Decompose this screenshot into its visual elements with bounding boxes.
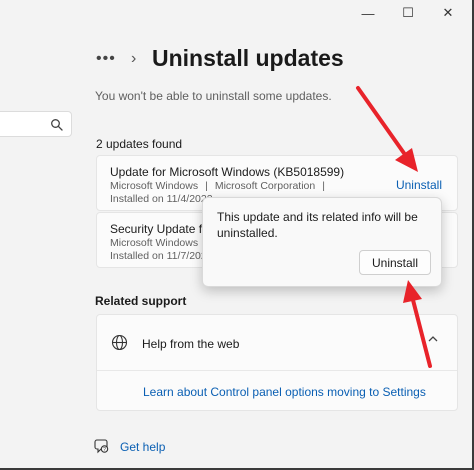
close-button[interactable]: ✕ — [428, 4, 468, 22]
updates-count: 2 updates found — [96, 137, 183, 151]
maximize-button[interactable]: ☐ — [388, 4, 428, 22]
divider — [97, 370, 457, 371]
get-help-icon: ? — [94, 439, 109, 454]
update-name: Security Update for — [110, 222, 213, 236]
get-help-link[interactable]: Get help — [120, 440, 165, 454]
breadcrumb-chevron-icon: › — [131, 50, 137, 67]
search-icon[interactable] — [50, 118, 64, 132]
window-controls: — ☐ ✕ — [348, 4, 468, 22]
svg-text:?: ? — [103, 447, 106, 453]
page-title: Uninstall updates — [152, 45, 344, 71]
update-meta: Microsoft Windows| — [110, 237, 215, 249]
uninstall-link[interactable]: Uninstall — [396, 178, 442, 192]
page-subtitle: You won't be able to uninstall some upda… — [95, 89, 332, 103]
help-from-web-toggle[interactable]: Help from the web — [142, 337, 239, 351]
update-name: Update for Microsoft Windows (KB5018599) — [110, 165, 345, 179]
update-meta: Microsoft Windows | Microsoft Corporation | — [110, 180, 332, 192]
meta-separator: | — [322, 180, 325, 192]
globe-icon — [111, 334, 128, 351]
related-support-heading: Related support — [95, 294, 187, 308]
meta-separator: | — [205, 180, 208, 192]
learn-control-panel-link[interactable]: Learn about Control panel options moving… — [143, 385, 426, 399]
uninstall-confirm-dialog: This update and its related info will be… — [202, 197, 442, 287]
confirm-message: This update and its related info will be… — [217, 210, 418, 240]
minimize-button[interactable]: — — [348, 4, 388, 22]
related-support-card: Help from the web Learn about Control pa… — [96, 314, 458, 411]
breadcrumb-more-button[interactable]: ••• — [96, 50, 116, 68]
chevron-up-icon[interactable] — [427, 333, 439, 345]
update-publisher: Microsoft Corporation — [214, 180, 316, 192]
update-installed-date: Installed on 11/7/2022 — [110, 250, 213, 262]
update-vendor: Microsoft Windows — [110, 237, 199, 249]
confirm-uninstall-button[interactable]: Uninstall — [359, 250, 431, 275]
update-installed-date: Installed on 11/4/2022 — [110, 193, 213, 205]
update-vendor: Microsoft Windows — [110, 180, 199, 192]
